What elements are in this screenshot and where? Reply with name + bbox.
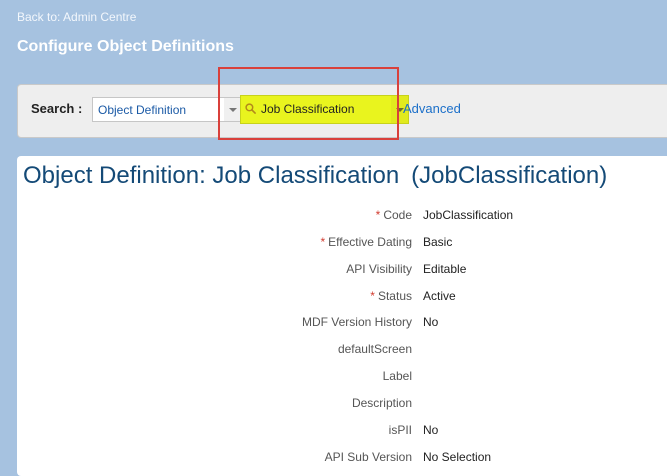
field-label-text: Status [377,289,412,303]
field-row: * Code JobClassification [17,208,667,226]
field-label: * Effective Dating [321,235,413,249]
field-label: isPII [389,423,412,437]
field-row: * Status Active [17,289,667,307]
field-row: Description [17,396,667,414]
field-row: API Sub Version No Selection [17,450,667,468]
required-marker: * [320,235,326,249]
field-label-text: MDF Version History [301,315,412,329]
field-row: API Visibility Editable [17,262,667,280]
field-row: Label [17,369,667,387]
required-marker: * [375,208,381,222]
object-definition-panel: Object Definition: Job Classification (Jo… [17,156,667,476]
field-label-text: API Sub Version [324,450,412,464]
advanced-search-link[interactable]: Advanced [403,101,461,116]
field-label: MDF Version History [302,315,412,329]
field-label-text: Description [351,396,412,410]
page-title: Configure Object Definitions [17,38,234,55]
field-value: Basic [423,235,453,249]
field-label: API Visibility [346,262,412,276]
field-label: API Sub Version [325,450,412,464]
field-label: * Status [370,289,412,303]
field-label-text: defaultScreen [337,342,412,356]
field-label: * Code [376,208,412,222]
field-value: No Selection [423,450,492,464]
field-value: Editable [423,262,467,276]
back-to-admin-centre-link[interactable]: Back to: Admin Centre [17,10,136,24]
field-label-text: Label [382,369,412,383]
field-label-text: isPII [388,423,412,437]
field-label: defaultScreen [338,342,412,356]
field-label: Label [383,369,412,383]
object-type-select-value: Object Definition [98,103,187,117]
object-definition-title-code: (JobClassification) [411,162,608,189]
field-label-text: API Visibility [346,262,412,276]
field-value: No [423,315,439,329]
field-label: Description [352,396,412,410]
field-row: * Effective Dating Basic [17,235,667,253]
required-marker: * [370,289,375,303]
field-row: isPII No [17,423,667,441]
field-label-text: Effective Dating [328,235,412,249]
field-label-text: Code [383,208,412,222]
field-row: defaultScreen [17,342,667,360]
field-value: No [423,423,439,437]
annotation-highlight-box [218,67,399,140]
object-type-select[interactable]: Object Definition [92,97,242,122]
object-definition-title-name: Object Definition: Job Classification [23,162,400,189]
search-label: Search : [31,101,83,116]
field-row: MDF Version History No [17,315,667,333]
field-value: Active [423,289,456,303]
object-definition-title: Object Definition: Job Classification (Jo… [23,162,607,190]
field-value: JobClassification [423,208,514,222]
